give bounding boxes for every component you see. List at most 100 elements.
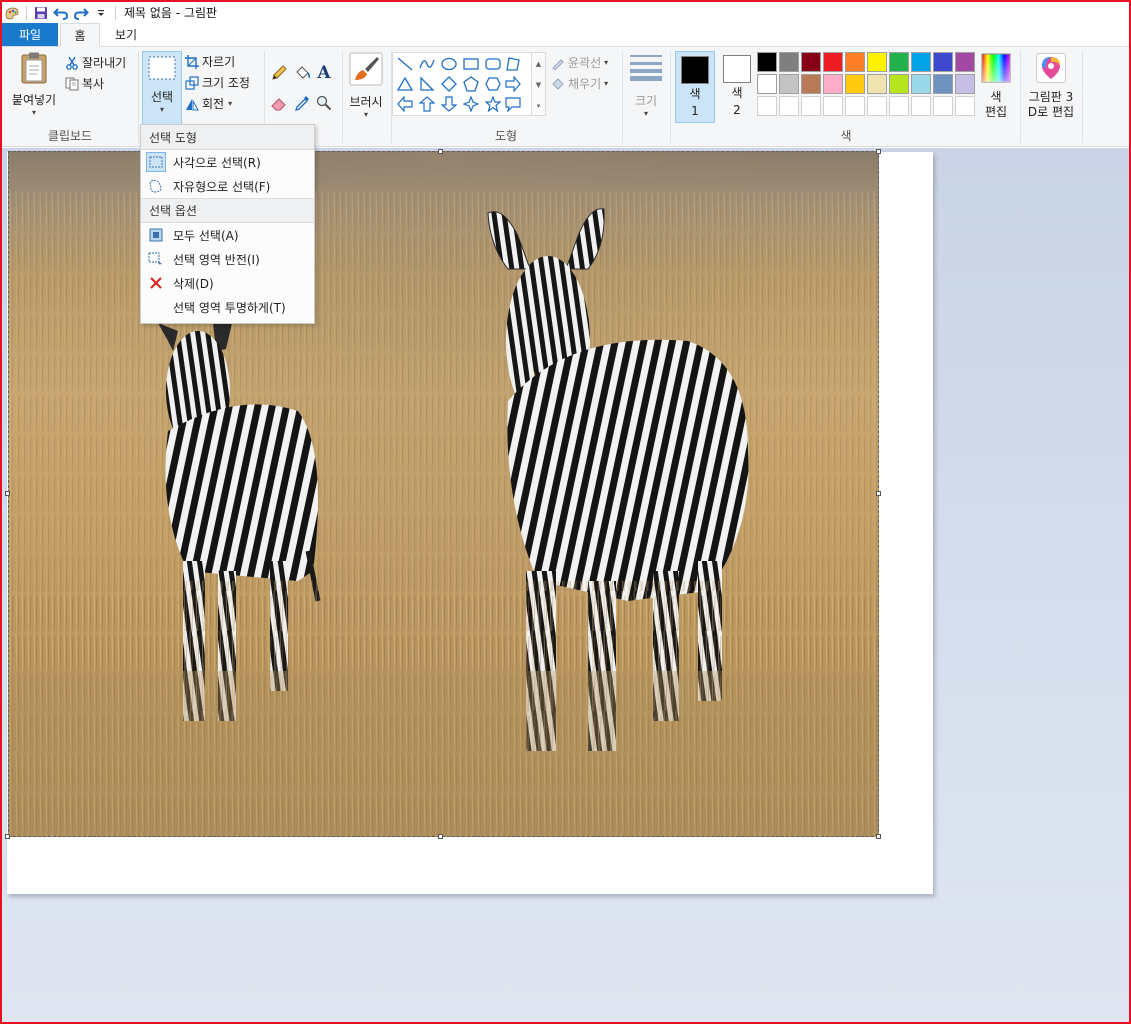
palette-swatch[interactable] <box>823 74 843 94</box>
diamond-shape-icon[interactable] <box>439 74 459 94</box>
palette-swatch[interactable] <box>955 74 975 94</box>
tab-home[interactable]: 홈 <box>60 23 100 47</box>
paste-button[interactable]: 붙여넣기 ▾ <box>8 51 60 117</box>
palette-swatch[interactable] <box>801 74 821 94</box>
resize-handle-right[interactable] <box>876 491 881 496</box>
custom-color-slot[interactable] <box>779 96 799 116</box>
menu-item-delete[interactable]: 삭제(D) <box>141 271 314 295</box>
right-triangle-shape-icon[interactable] <box>417 74 437 94</box>
four-point-star-shape-icon[interactable] <box>461 94 481 114</box>
scroll-down-icon[interactable]: ▼ <box>532 74 545 95</box>
rotate-dropdown-icon: ▾ <box>228 99 233 108</box>
oval-shape-icon[interactable] <box>439 54 459 74</box>
menu-item-transparent-selection[interactable]: 선택 영역 투명하게(T) <box>141 295 314 319</box>
palette-swatch[interactable] <box>911 74 931 94</box>
scroll-up-icon[interactable]: ▲ <box>532 53 545 74</box>
zebra-photo[interactable] <box>8 151 879 837</box>
tab-file[interactable]: 파일 <box>2 23 58 46</box>
hexagon-shape-icon[interactable] <box>483 74 503 94</box>
resize-handle-top-right[interactable] <box>876 149 881 154</box>
shapes-gallery-scroll[interactable]: ▲ ▼ ▾ <box>532 52 546 116</box>
palette-swatch[interactable] <box>823 52 843 72</box>
palette-swatch[interactable] <box>779 74 799 94</box>
custom-color-slot[interactable] <box>933 96 953 116</box>
custom-color-slot[interactable] <box>867 96 887 116</box>
polygon-shape-icon[interactable] <box>503 54 523 74</box>
outline-button[interactable]: 윤곽선 ▾ <box>550 54 608 71</box>
fill-bucket-icon[interactable] <box>292 63 312 83</box>
rotate-button[interactable]: 회전 ▾ <box>184 95 232 112</box>
size-button[interactable]: 크기 ▾ <box>626 53 666 118</box>
palette-swatch[interactable] <box>889 74 909 94</box>
pentagon-shape-icon[interactable] <box>461 74 481 94</box>
color2-button[interactable]: 색 2 <box>717 51 757 123</box>
select-button[interactable]: 선택 ▾ <box>142 51 182 125</box>
palette-swatch[interactable] <box>933 52 953 72</box>
tab-view[interactable]: 보기 <box>100 23 152 46</box>
custom-color-slot[interactable] <box>757 96 777 116</box>
cut-button[interactable]: 잘라내기 <box>64 54 126 71</box>
pencil-icon[interactable] <box>269 63 289 83</box>
color-picker-icon[interactable] <box>292 93 312 113</box>
fill-icon <box>550 76 566 92</box>
magnifier-icon[interactable] <box>314 93 334 113</box>
line-shape-icon[interactable] <box>395 54 415 74</box>
save-icon[interactable] <box>31 4 51 22</box>
paint-app-icon[interactable] <box>2 4 22 22</box>
menu-item-rectangular-selection[interactable]: 사각으로 선택(R) <box>141 150 314 174</box>
redo-icon[interactable] <box>71 4 91 22</box>
custom-color-slot[interactable] <box>801 96 821 116</box>
menu-item-select-all[interactable]: 모두 선택(A) <box>141 223 314 247</box>
brushes-dropdown-icon: ▾ <box>363 110 368 119</box>
custom-color-slot[interactable] <box>845 96 865 116</box>
palette-swatch[interactable] <box>933 74 953 94</box>
custom-color-slot[interactable] <box>955 96 975 116</box>
palette-swatch[interactable] <box>955 52 975 72</box>
up-arrow-shape-icon[interactable] <box>417 94 437 114</box>
five-point-star-shape-icon[interactable] <box>483 94 503 114</box>
fill-button[interactable]: 채우기 ▾ <box>550 75 608 92</box>
transparent-selection-label: 선택 영역 투명하게(T) <box>173 300 286 315</box>
custom-color-slot[interactable] <box>823 96 843 116</box>
palette-swatch[interactable] <box>867 52 887 72</box>
custom-color-slot[interactable] <box>911 96 931 116</box>
palette-swatch[interactable] <box>757 74 777 94</box>
gallery-expand-icon[interactable]: ▾ <box>532 95 545 116</box>
text-icon[interactable]: A <box>314 63 334 83</box>
palette-swatch[interactable] <box>911 52 931 72</box>
resize-handle-bottom-right[interactable] <box>876 834 881 839</box>
palette-swatch[interactable] <box>757 52 777 72</box>
palette-swatch[interactable] <box>845 52 865 72</box>
rectangle-shape-icon[interactable] <box>461 54 481 74</box>
customize-quick-access-icon[interactable] <box>91 4 111 22</box>
palette-swatch[interactable] <box>801 52 821 72</box>
color1-button[interactable]: 색 1 <box>675 51 715 123</box>
menu-item-invert-selection[interactable]: 선택 영역 반전(I) <box>141 247 314 271</box>
menu-item-free-form-selection[interactable]: 자유형으로 선택(F) <box>141 174 314 198</box>
undo-icon[interactable] <box>51 4 71 22</box>
resize-handle-bottom-left[interactable] <box>5 834 10 839</box>
edit-colors-label: 색 <box>990 90 1002 104</box>
right-arrow-shape-icon[interactable] <box>503 74 523 94</box>
palette-swatch[interactable] <box>867 74 887 94</box>
resize-handle-left[interactable] <box>5 491 10 496</box>
resize-handle-bottom[interactable] <box>438 834 443 839</box>
palette-swatch[interactable] <box>845 74 865 94</box>
custom-color-slot[interactable] <box>889 96 909 116</box>
palette-swatch[interactable] <box>779 52 799 72</box>
triangle-shape-icon[interactable] <box>395 74 415 94</box>
palette-swatch[interactable] <box>889 52 909 72</box>
curve-shape-icon[interactable] <box>417 54 437 74</box>
brushes-button[interactable]: 브러시 ▾ <box>345 52 387 119</box>
edit-colors-button[interactable]: 색 편집 <box>976 53 1016 120</box>
rounded-rectangle-shape-icon[interactable] <box>483 54 503 74</box>
crop-button[interactable]: 자르기 <box>184 53 235 70</box>
resize-button[interactable]: 크기 조정 <box>184 74 250 91</box>
down-arrow-shape-icon[interactable] <box>439 94 459 114</box>
eraser-icon[interactable] <box>269 93 289 113</box>
edit-with-paint3d-button[interactable]: 그림판 3 D로 편집 <box>1024 53 1078 120</box>
copy-button[interactable]: 복사 <box>64 75 104 92</box>
callout-shape-icon[interactable] <box>503 94 523 114</box>
resize-handle-top[interactable] <box>438 149 443 154</box>
left-arrow-shape-icon[interactable] <box>395 94 415 114</box>
